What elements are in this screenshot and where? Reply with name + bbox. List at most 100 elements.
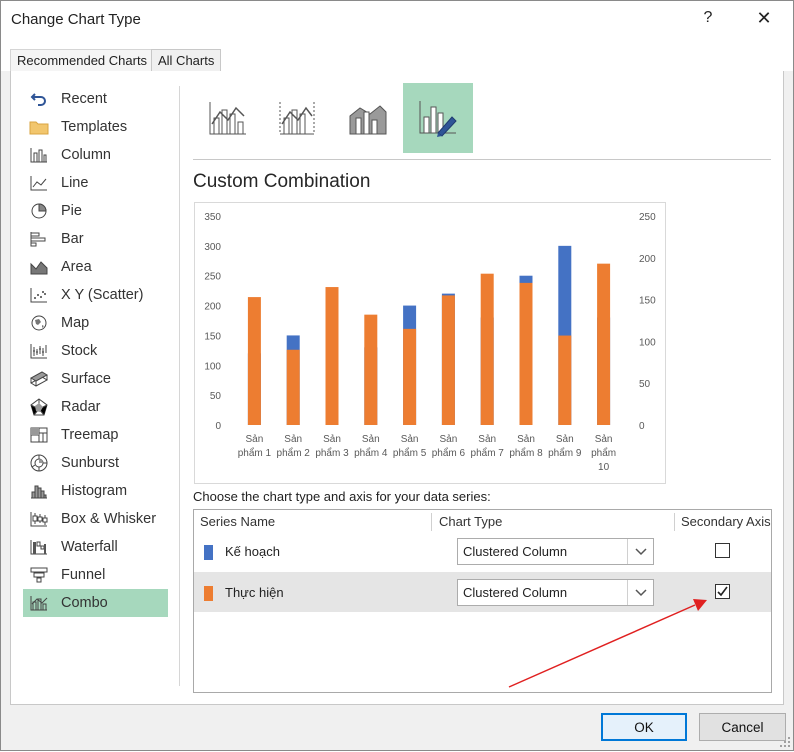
sidebar-item-histogram[interactable]: Histogram [23,477,168,505]
column-header-series-name: Series Name [200,514,276,529]
sidebar-item-pie[interactable]: Pie [23,197,168,225]
y2-tick-label: 50 [639,379,651,390]
sidebar-item-label: Pie [61,203,82,219]
chart-type-select-value: Clustered Column [463,544,568,559]
tab-all-charts[interactable]: All Charts [151,49,222,72]
bar-8-secondary [519,282,533,425]
sidebar-item-scatter[interactable]: X Y (Scatter) [23,281,168,309]
ok-button[interactable]: OK [601,713,687,741]
bar-2-secondary [286,349,300,425]
pie-chart-icon [29,202,49,220]
sidebar-item-label: Stock [61,343,98,359]
sidebar-item-bar[interactable]: Bar [23,225,168,253]
sidebar-item-funnel[interactable]: Funnel [23,561,168,589]
bar-4-secondary [364,314,378,425]
y2-tick-label: 0 [639,421,645,432]
cancel-button[interactable]: Cancel [699,713,786,741]
series-row-thuc-hien[interactable]: Thực hiện Clustered Column [194,572,771,612]
x-tick-label: Sản phẩm 9 [548,434,582,459]
column-chart-icon [29,146,49,164]
chart-type-select[interactable]: Clustered Column [457,579,654,606]
map-chart-icon [29,314,49,332]
chart-type-select-value: Clustered Column [463,585,568,600]
sidebar-item-combo[interactable]: Combo [23,589,168,617]
sidebar-item-label: Recent [61,91,107,107]
waterfall-chart-icon [29,538,49,556]
section-title: Custom Combination [193,171,371,192]
sidebar-item-label: Line [61,175,89,191]
x-tick-label: Sản phẩm 4 [354,434,388,459]
sidebar-item-column[interactable]: Column [23,141,168,169]
scatter-chart-icon [29,286,49,304]
column-header-chart-type: Chart Type [439,514,503,529]
tab-strip: Recommended Charts All Charts [1,41,793,72]
y2-tick-label: 150 [639,296,656,307]
line-chart-icon [29,174,49,192]
sidebar-item-recent[interactable]: Recent [23,85,168,113]
custom-combination-icon[interactable] [403,83,473,153]
gallery-divider [193,159,771,160]
bar-9-secondary [558,335,572,425]
sidebar-item-box-whisker[interactable]: Box & Whisker [23,505,168,533]
tab-recommended-charts[interactable]: Recommended Charts [10,49,155,71]
chart-type-list: Recent Templates Column Line Pie Bar Are… [23,85,168,617]
column-header-secondary-axis: Secondary Axis [681,514,771,529]
sidebar-item-sunburst[interactable]: Sunburst [23,449,168,477]
area-chart-icon [29,258,49,276]
bar-7-secondary [480,273,494,425]
sidebar-item-label: Funnel [61,567,106,583]
y2-tick-label: 250 [639,212,656,223]
radar-chart-icon [29,398,49,416]
sidebar-item-line[interactable]: Line [23,169,168,197]
recent-icon [29,90,49,108]
series-row-ke-hoach[interactable]: Kế hoạch Clustered Column [194,531,771,571]
y-tick-label: 200 [204,302,221,313]
chevron-down-icon[interactable] [627,539,653,564]
sidebar-item-label: X Y (Scatter) [61,287,144,303]
stacked-area-clustered-column-icon[interactable] [333,83,403,153]
sidebar-item-label: Surface [61,371,111,387]
sidebar-divider [179,86,180,686]
sidebar-item-area[interactable]: Area [23,253,168,281]
x-tick-label: Sản phẩm 2 [277,434,311,459]
sidebar-item-map[interactable]: Map [23,309,168,337]
resize-grip-icon[interactable] [779,736,791,748]
sidebar-item-stock[interactable]: Stock [23,337,168,365]
y-tick-label: 250 [204,272,221,283]
y-tick-label: 50 [210,391,222,402]
help-button[interactable]: ? [698,9,718,31]
treemap-chart-icon [29,426,49,444]
series-name: Thực hiện [225,585,284,600]
bar-3-secondary [325,287,339,425]
close-button[interactable]: ✕ [753,8,775,32]
x-tick-label: Sản phẩm 10 [591,434,616,473]
chart-type-select[interactable]: Clustered Column [457,538,654,565]
histogram-chart-icon [29,482,49,500]
y-tick-label: 0 [215,421,221,432]
dialog-title: Change Chart Type [11,11,141,28]
series-name: Kế hoạch [225,544,280,559]
sidebar-item-label: Waterfall [61,539,118,555]
sidebar-item-waterfall[interactable]: Waterfall [23,533,168,561]
folder-icon [29,118,49,136]
bar-10-secondary [597,263,611,425]
sunburst-chart-icon [29,454,49,472]
bar-1-secondary [247,297,261,425]
sidebar-item-radar[interactable]: Radar [23,393,168,421]
clustered-column-line-secondary-icon[interactable] [263,83,333,153]
y-tick-label: 350 [204,212,221,223]
title-bar: Change Chart Type ? ✕ [1,1,793,41]
sidebar-item-treemap[interactable]: Treemap [23,421,168,449]
clustered-column-line-icon[interactable] [193,83,263,153]
sidebar-item-surface[interactable]: Surface [23,365,168,393]
chevron-down-icon[interactable] [627,580,653,605]
bar-chart-icon [29,230,49,248]
series-table: Series Name Chart Type Secondary Axis Kế… [193,509,772,693]
secondary-axis-checkbox[interactable] [715,543,730,558]
column-divider [674,513,675,531]
checkmark-icon [717,586,728,597]
sidebar-item-templates[interactable]: Templates [23,113,168,141]
sidebar-item-label: Treemap [61,427,119,443]
secondary-axis-checkbox[interactable] [715,584,730,599]
funnel-chart-icon [29,566,49,584]
